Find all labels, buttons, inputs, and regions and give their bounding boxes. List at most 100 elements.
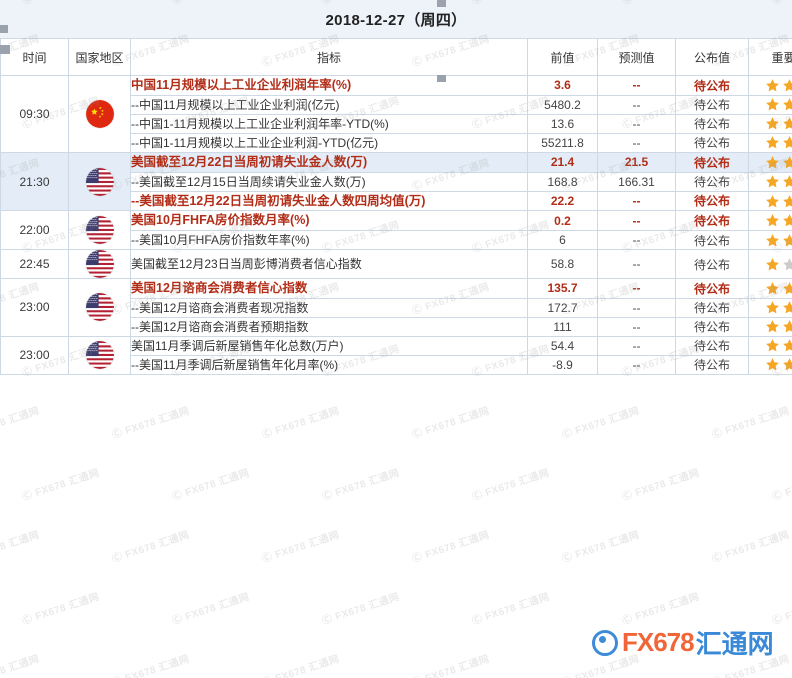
importance-rating	[748, 171, 792, 192]
forecast-value: --	[597, 278, 676, 299]
indicator-name[interactable]: 中国11月规模以上工业企业利润年率(%)	[130, 75, 528, 96]
actual-value: 待公布	[675, 190, 749, 212]
flag-china-icon	[85, 99, 114, 128]
watermark-text: Ⓒ FX678 汇通网	[410, 653, 491, 678]
column-header-importance[interactable]: 重要性	[748, 38, 792, 76]
calendar-row[interactable]: 21:30 美国截至12月22日当周初请失业金人数(万) 21.4 21.5 待公布	[0, 151, 792, 212]
column-header-forecast[interactable]: 预测值	[597, 38, 676, 76]
previous-value: 168.8	[527, 171, 598, 192]
importance-star-1	[765, 281, 780, 296]
country-flag-cell	[68, 210, 131, 250]
indicator-name[interactable]: 美国11月季调后新屋销售年化总数(万户)	[130, 335, 528, 356]
forecast-value: 166.31	[597, 171, 676, 192]
actual-value: 待公布	[675, 316, 749, 337]
importance-star-1	[765, 257, 780, 272]
indicator-name[interactable]: --美国12月谘商会消费者现况指数	[130, 297, 528, 318]
watermark-text: Ⓒ FX678 汇通网	[260, 653, 341, 678]
importance-rating	[748, 316, 792, 337]
previous-value: 55211.8	[527, 132, 598, 153]
indicator-name[interactable]: --中国11月规模以上工业企业利润(亿元)	[130, 94, 528, 115]
watermark-text: Ⓒ FX678 汇通网	[110, 405, 191, 442]
indicator-name[interactable]: --美国10月FHFA房价指数年率(%)	[130, 230, 528, 250]
importance-star-2	[782, 357, 792, 372]
indicator-name[interactable]: 美国截至12月22日当周初请失业金人数(万)	[130, 151, 528, 173]
importance-star-1	[765, 116, 780, 131]
calendar-row[interactable]: 22:45 美国截至12月23日当周彭博消费者信心指数 58.8 -- 待公布	[0, 249, 792, 279]
importance-star-1	[765, 338, 780, 353]
indicator-name[interactable]: --美国12月谘商会消费者预期指数	[130, 316, 528, 337]
importance-star-2	[782, 233, 792, 248]
watermark-text: Ⓒ FX678 汇通网	[470, 591, 551, 628]
forecast-value: --	[597, 132, 676, 153]
forecast-value: --	[597, 249, 676, 279]
calendar-row[interactable]: 09:30 中国11月规模以上工业企业利润年率(%) 3.6 -- 待公布	[0, 75, 792, 153]
importance-rating	[748, 190, 792, 212]
previous-value: 111	[527, 316, 598, 337]
watermark-text: Ⓒ FX678 汇通网	[410, 405, 491, 442]
importance-star-2	[782, 97, 792, 112]
flag-usa-icon	[85, 341, 114, 370]
table-header: 时间 国家地区 指标 前值 预测值 公布值 重要性	[0, 38, 792, 76]
actual-value: 待公布	[675, 171, 749, 192]
calendar-row[interactable]: 22:00 美国10月FHFA房价指数月率(%) 0.2 -- 待公布	[0, 210, 792, 250]
indicator-name[interactable]: 美国截至12月23日当周彭博消费者信心指数	[130, 249, 528, 279]
importance-star-1	[765, 213, 780, 228]
column-header-country[interactable]: 国家地区	[68, 38, 131, 76]
importance-star-2	[782, 135, 792, 150]
actual-value: 待公布	[675, 75, 749, 96]
header-row: 时间 国家地区 指标 前值 预测值 公布值 重要性	[0, 38, 792, 76]
country-flag-cell	[68, 278, 131, 337]
actual-value: 待公布	[675, 132, 749, 153]
table-body: 09:30 中国11月规模以上工业企业利润年率(%) 3.6 -- 待公布 --中国11月…	[0, 75, 792, 375]
watermark-text: Ⓒ FX678 汇通网	[260, 529, 341, 566]
importance-rating	[748, 75, 792, 96]
previous-value: 21.4	[527, 151, 598, 173]
logo-text-cn: 汇通网	[695, 629, 774, 659]
watermark-text: Ⓒ FX678 汇通网	[710, 405, 791, 442]
indicator-name[interactable]: --美国截至12月22日当周初请失业金人数四周均值(万)	[130, 190, 528, 212]
country-flag-cell	[68, 75, 131, 153]
country-flag-cell	[68, 335, 131, 375]
scrollbar-thumb-vertical[interactable]	[0, 25, 8, 33]
previous-value: 0.2	[527, 210, 598, 231]
scrollbar-marker-header[interactable]	[437, 0, 446, 7]
scrollbar-marker-row[interactable]	[437, 75, 446, 82]
flag-usa-icon	[85, 293, 114, 322]
column-header-time[interactable]: 时间	[0, 38, 69, 76]
indicator-name[interactable]: 美国10月FHFA房价指数月率(%)	[130, 210, 528, 231]
calendar-table: 时间 国家地区 指标 前值 预测值 公布值 重要性 09:30 中国11月规模以上…	[0, 38, 792, 375]
importance-rating	[748, 297, 792, 318]
importance-star-2	[782, 338, 792, 353]
forecast-value: --	[597, 190, 676, 212]
actual-value: 待公布	[675, 210, 749, 231]
scrollbar-thumb-secondary[interactable]	[0, 45, 10, 54]
indicator-name[interactable]: --美国11月季调后新屋销售年化月率(%)	[130, 354, 528, 375]
flag-usa-icon	[85, 167, 114, 196]
page-title: 2018-12-27（周四）	[325, 11, 467, 29]
watermark-text: Ⓒ FX678 汇通网	[470, 467, 551, 504]
event-time: 21:30	[0, 151, 69, 212]
logo-ring-icon	[592, 629, 618, 656]
indicator-name[interactable]: 美国12月谘商会消费者信心指数	[130, 278, 528, 299]
indicator-name[interactable]: --中国1-11月规模以上工业企业利润年率-YTD(%)	[130, 113, 528, 134]
column-header-previous[interactable]: 前值	[527, 38, 598, 76]
previous-value: 54.4	[527, 335, 598, 356]
logo-text-en: FX678	[622, 627, 695, 657]
watermark-text: Ⓒ FX678 汇通网	[170, 467, 251, 504]
column-header-indicator[interactable]: 指标	[130, 38, 528, 76]
watermark-text: Ⓒ FX678 汇通网	[620, 591, 701, 628]
watermark-text: Ⓒ FX678 汇通网	[620, 467, 701, 504]
calendar-row[interactable]: 23:00 美国11月季调后新屋销售年化总数(万户) 54.4 -- 待公布	[0, 335, 792, 375]
flag-usa-icon	[85, 250, 114, 278]
importance-rating	[748, 113, 792, 134]
watermark-text: Ⓒ FX678 汇通网	[110, 529, 191, 566]
previous-value: -8.9	[527, 354, 598, 375]
watermark-text: Ⓒ FX678 汇通网	[20, 467, 101, 504]
forecast-value: 21.5	[597, 151, 676, 173]
indicator-name[interactable]: --中国1-11月规模以上工业企业利润-YTD(亿元)	[130, 132, 528, 153]
event-time: 23:00	[0, 335, 69, 375]
importance-star-2	[782, 319, 792, 334]
calendar-row[interactable]: 23:00 美国12月谘商会消费者信心指数 135.7 -- 待公布	[0, 278, 792, 337]
column-header-actual[interactable]: 公布值	[675, 38, 749, 76]
indicator-name[interactable]: --美国截至12月15日当周续请失业金人数(万)	[130, 171, 528, 192]
